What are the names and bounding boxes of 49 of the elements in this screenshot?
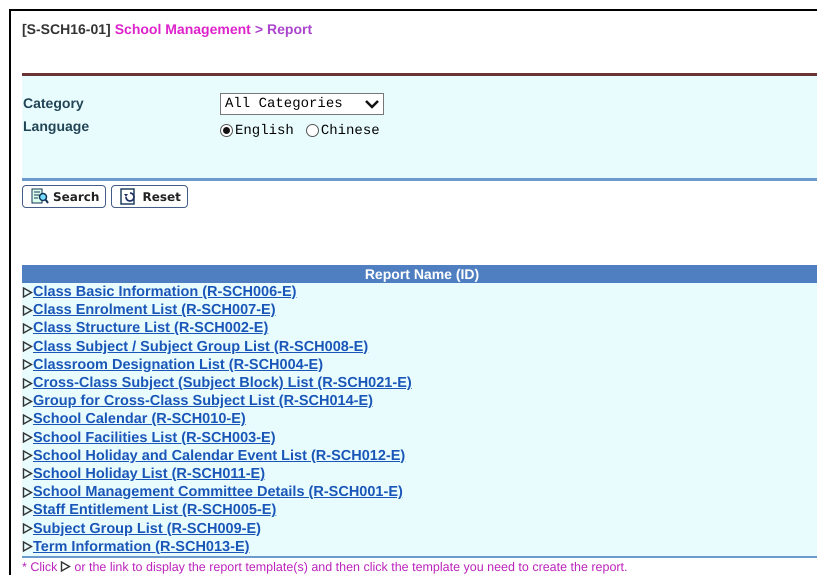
report-link[interactable]: Term Information (R-SCH013-E) (33, 538, 250, 555)
search-icon (31, 188, 49, 205)
expand-triangle-icon[interactable] (22, 432, 33, 444)
triangle-icon (60, 561, 72, 572)
report-link[interactable]: Classroom Designation List (R-SCH004-E) (33, 356, 324, 373)
language-radio[interactable]: Chinese (306, 122, 380, 138)
report-link[interactable]: School Management Committee Details (R-SCH001-E) (33, 484, 403, 500)
filter-label: Language (23, 118, 90, 136)
table-header: Report Name (ID) (22, 265, 817, 283)
screen-code: [S-SCH16-01] (22, 21, 111, 37)
expand-triangle-icon[interactable] (22, 486, 33, 498)
expand-triangle-icon[interactable] (22, 359, 33, 370)
report-link[interactable]: Staff Entitlement List (R-SCH005-E) (33, 502, 276, 518)
report-link[interactable]: Class Enrolment List (R-SCH007-E) (33, 302, 276, 318)
breadcrumb-module: School Management (114, 21, 251, 37)
expand-triangle-icon[interactable] (22, 322, 33, 334)
radio-icon[interactable] (220, 124, 233, 137)
report-link[interactable]: School Holiday List (R-SCH011-E) (33, 466, 266, 482)
expand-triangle-icon[interactable] (22, 450, 33, 462)
expand-triangle-icon[interactable] (22, 541, 33, 552)
language-radio[interactable]: English (220, 122, 294, 138)
report-link[interactable]: Cross-Class Subject (Subject Block) List (R-SCH021-E) (33, 375, 412, 392)
expand-triangle-icon[interactable] (22, 396, 33, 407)
report-link[interactable]: School Holiday and Calendar Event List (R-SCH012-E) (33, 448, 406, 464)
breadcrumb-page: Report (267, 21, 312, 37)
chevron-down-icon (365, 100, 379, 108)
expand-triangle-icon[interactable] (22, 378, 33, 389)
report-link[interactable]: School Facilities List (R-SCH003-E) (33, 430, 276, 446)
note-text: * Click (22, 560, 58, 574)
expand-triangle-icon[interactable] (22, 468, 33, 480)
filter-label: Category (23, 94, 85, 113)
expand-triangle-icon[interactable] (22, 414, 33, 425)
expand-triangle-icon[interactable] (22, 286, 33, 298)
category-select[interactable]: All Categories (220, 93, 384, 115)
expand-triangle-icon[interactable] (22, 523, 33, 534)
report-link[interactable]: Class Subject / Subject Group List (R-SCH008-E) (33, 338, 368, 355)
search-button[interactable]: Search (22, 185, 106, 208)
report-link[interactable]: Class Structure List (R-SCH002-E) (33, 320, 268, 336)
breadcrumb-separator: > (254, 21, 264, 37)
radio-icon[interactable] (306, 124, 319, 137)
report-link[interactable]: Subject Group List (R-SCH009-E) (33, 520, 261, 537)
expand-triangle-icon[interactable] (22, 341, 33, 352)
reset-button[interactable]: Reset (111, 185, 188, 208)
note-text: or the link to display the report template(s) and then click the template you need to create the report. (74, 560, 628, 574)
expand-triangle-icon[interactable] (22, 304, 33, 316)
report-link[interactable]: Group for Cross-Class Subject List (R-SCH014-E) (33, 393, 373, 410)
expand-triangle-icon[interactable] (22, 504, 33, 516)
report-link[interactable]: Class Basic Information (R-SCH006-E) (33, 284, 296, 300)
report-link[interactable]: School Calendar (R-SCH010-E) (33, 411, 246, 428)
